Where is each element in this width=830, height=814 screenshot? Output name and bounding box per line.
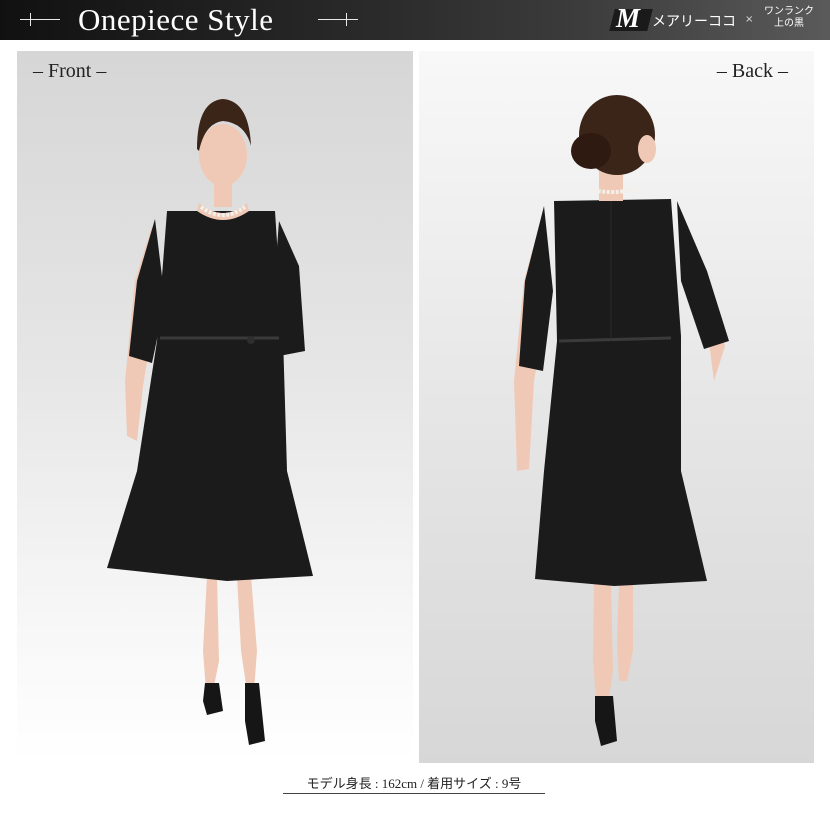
back-hair-bun <box>571 133 611 169</box>
front-right-leg <box>237 576 257 691</box>
brand-separator: × <box>745 14 754 25</box>
page-title: Onepiece Style <box>78 2 274 37</box>
back-right-leg <box>617 581 633 681</box>
logo-letter: M <box>616 3 641 33</box>
front-bow <box>247 336 255 344</box>
brand-logo: M メアリーココ × ワンランク 上の黒 <box>609 3 824 34</box>
model-size-caption: モデル身長 : 162cm / 着用サイズ : 9号 <box>283 773 545 794</box>
front-face <box>199 124 247 186</box>
brand-name: メアリーココ <box>652 14 736 30</box>
ornament-rule-right <box>318 13 358 26</box>
back-photo-panel: – Back – <box>419 51 814 763</box>
brand-tagline: ワンランク 上の黒 <box>755 6 823 30</box>
back-left-leg <box>593 581 613 711</box>
front-photo-panel: – Front – <box>17 51 413 763</box>
back-model-illustration <box>514 95 729 746</box>
back-left-shoe <box>595 696 617 746</box>
header-banner: Onepiece Style M メアリーココ × ワンランク 上の黒 <box>0 0 830 40</box>
front-model-illustration <box>107 99 313 745</box>
brand-tagline-line1: ワンランク <box>764 6 814 17</box>
back-right-sleeve <box>677 201 729 349</box>
ornament-rule-left <box>20 13 60 26</box>
front-left-leg <box>203 576 219 691</box>
front-left-shoe <box>203 683 223 715</box>
brand-tagline-line2: 上の黒 <box>774 18 804 29</box>
back-ear <box>638 135 656 163</box>
front-right-shoe <box>245 683 265 745</box>
